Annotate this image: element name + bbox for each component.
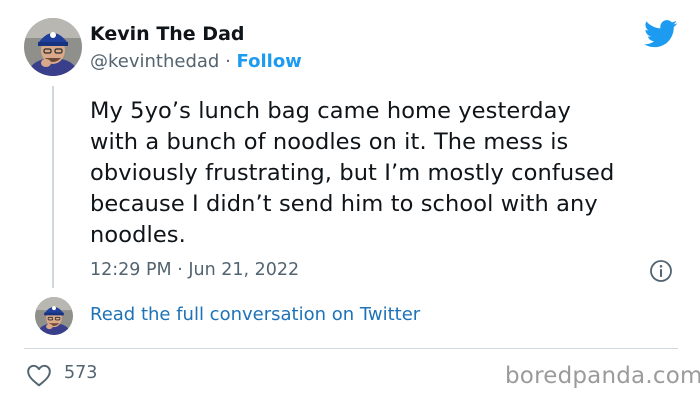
author-name[interactable]: Kevin The Dad bbox=[90, 23, 245, 45]
tweet-timestamp[interactable]: 12:29 PM · Jun 21, 2022 bbox=[90, 260, 299, 280]
conversation-avatar[interactable] bbox=[35, 297, 73, 335]
watermark-text: boredpanda.com bbox=[505, 363, 700, 389]
author-handle-row: @kevinthedad · Follow bbox=[90, 51, 302, 72]
author-avatar[interactable] bbox=[24, 18, 82, 76]
info-icon[interactable] bbox=[649, 259, 673, 283]
handle-separator: · bbox=[225, 51, 231, 72]
author-handle[interactable]: @kevinthedad bbox=[90, 51, 219, 72]
follow-button[interactable]: Follow bbox=[237, 51, 302, 72]
tweet-embed-card: Kevin The Dad @kevinthedad · Follow My 5… bbox=[0, 0, 700, 400]
like-count: 573 bbox=[64, 363, 98, 383]
tweet-text: My 5yo’s lunch bag came home yesterday w… bbox=[90, 98, 615, 248]
read-conversation-link[interactable]: Read the full conversation on Twitter bbox=[90, 304, 420, 325]
divider bbox=[24, 348, 678, 349]
avatar-image bbox=[35, 297, 73, 335]
heart-icon[interactable] bbox=[26, 363, 52, 387]
avatar-image bbox=[24, 18, 82, 76]
thread-connector-line bbox=[52, 86, 54, 288]
twitter-bird-icon[interactable] bbox=[644, 20, 678, 48]
